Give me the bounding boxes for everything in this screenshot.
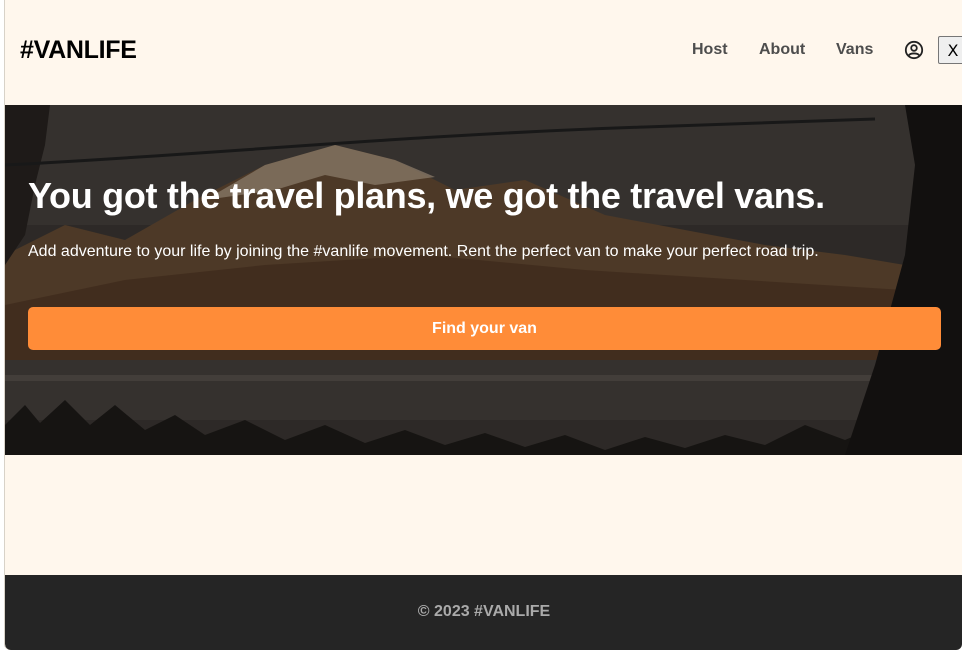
- hero-subtitle: Add adventure to your life by joining th…: [28, 243, 819, 260]
- hero-section: You got the travel plans, we got the tra…: [5, 105, 962, 455]
- hero-overlay: [5, 105, 962, 455]
- main-nav: Host About Vans: [5, 41, 962, 61]
- nav-link-host[interactable]: Host: [692, 41, 728, 59]
- nav-link-vans[interactable]: Vans: [836, 41, 873, 59]
- site-footer: © 2023 #VANLIFE: [5, 575, 962, 650]
- footer-copyright: © 2023 #VANLIFE: [417, 603, 551, 620]
- nav-link-about[interactable]: About: [759, 41, 805, 59]
- find-your-van-button[interactable]: Find your van: [28, 307, 941, 350]
- user-circle-icon[interactable]: [904, 40, 924, 60]
- hero-title: You got the travel plans, we got the tra…: [28, 175, 825, 216]
- logout-button[interactable]: X: [938, 36, 962, 64]
- app-window: #VANLIFE Host About Vans X You got the t…: [4, 0, 962, 650]
- site-header: #VANLIFE Host About Vans X: [5, 0, 962, 105]
